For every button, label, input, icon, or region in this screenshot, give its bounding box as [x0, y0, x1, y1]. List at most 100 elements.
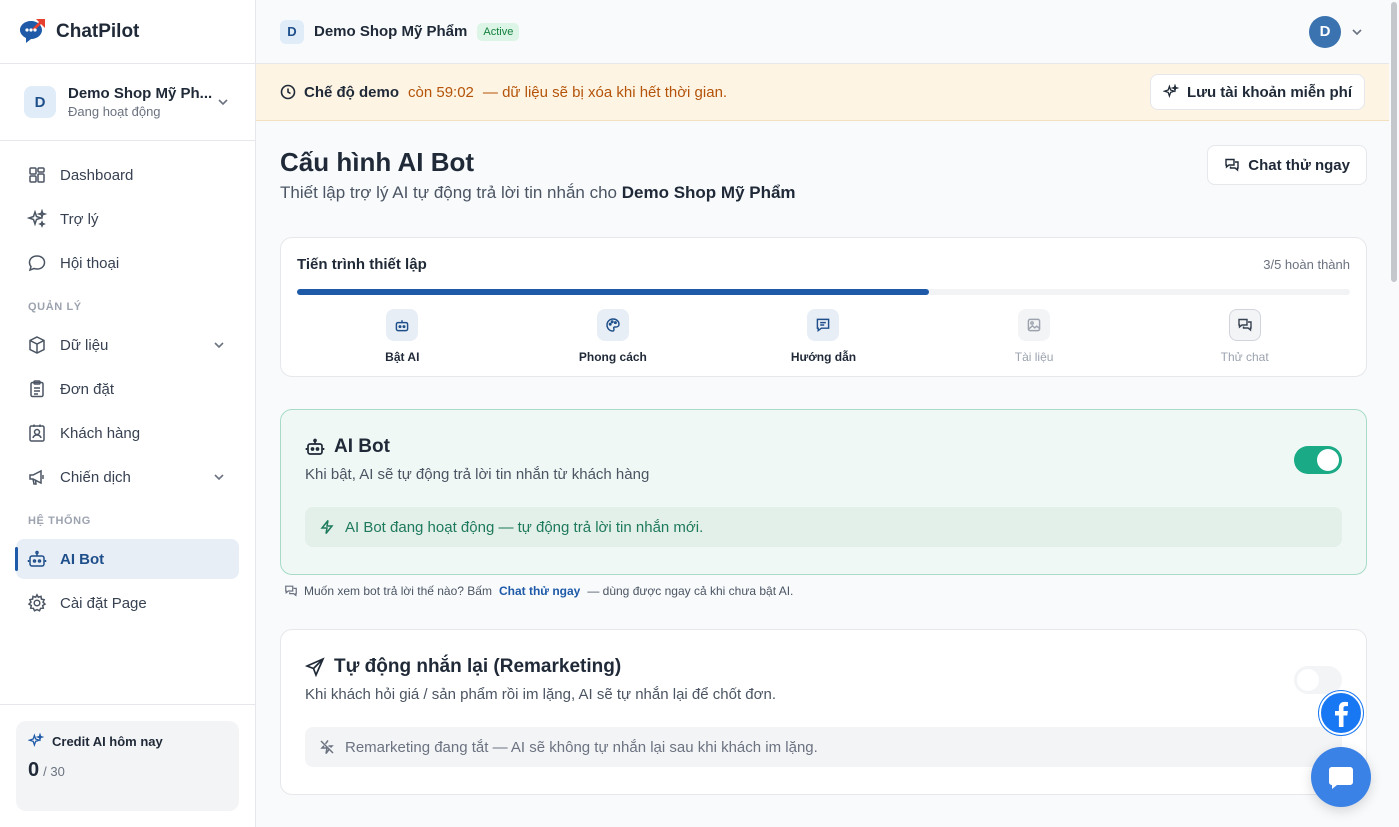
- remarketing-title: Tự động nhắn lại (Remarketing): [334, 656, 622, 677]
- main-nav: Dashboard Trợ lý Hội thoại QUẢN LÝ Dữ li…: [0, 141, 255, 623]
- message-lines-icon: [817, 318, 830, 333]
- hint-suffix: — dùng được ngay cả khi chưa bật AI.: [587, 584, 794, 598]
- step-label: Hướng dẫn: [790, 350, 857, 364]
- megaphone-icon: [29, 469, 44, 485]
- step-test-chat[interactable]: Thử chat: [1139, 309, 1350, 364]
- sidebar-item-label: Dashboard: [60, 166, 134, 184]
- progress-bar-fill: [297, 289, 929, 295]
- sidebar-item-customers[interactable]: Khách hàng: [16, 413, 239, 453]
- step-documents[interactable]: Tài liệu: [929, 309, 1140, 364]
- support-chat-button[interactable]: [1311, 747, 1371, 807]
- ai-bot-status: AI Bot đang hoạt động — tự động trả lời …: [305, 507, 1342, 547]
- demo-message: — dữ liệu sẽ bị xóa khi hết thời gian.: [482, 83, 728, 101]
- sidebar: ChatPilot D Demo Shop Mỹ Ph... Đang hoạt…: [0, 0, 256, 827]
- section-label-system: HỆ THỐNG: [28, 515, 91, 527]
- palette-icon: [606, 318, 620, 332]
- user-avatar[interactable]: D: [1309, 15, 1341, 48]
- sparkles-icon: [28, 733, 44, 748]
- section-label-manage: QUẢN LÝ: [28, 301, 82, 313]
- sidebar-item-dashboard[interactable]: Dashboard: [16, 155, 239, 195]
- remarketing-status-text: Remarketing đang tắt — AI sẽ không tự nh…: [345, 738, 818, 756]
- credit-used: 0: [28, 759, 40, 781]
- sidebar-item-label: Dữ liệu: [60, 336, 109, 354]
- sparkles-icon: [27, 209, 47, 228]
- sidebar-item-label: Trợ lý: [60, 210, 99, 228]
- sidebar-item-label: Cài đặt Page: [60, 594, 147, 612]
- page-scrollbar[interactable]: [1389, 0, 1399, 827]
- image-icon: [1027, 318, 1041, 332]
- rocket-logo-icon: [20, 18, 45, 43]
- lightning-icon: [320, 520, 334, 534]
- step-enable-ai[interactable]: Bật AI: [297, 309, 508, 364]
- shop-switcher[interactable]: D Demo Shop Mỹ Ph... Đang hoạt động: [0, 64, 255, 141]
- cube-icon: [29, 336, 45, 354]
- chats-icon: [1225, 158, 1239, 172]
- remarketing-status: Remarketing đang tắt — AI sẽ không tự nh…: [305, 727, 1342, 767]
- ai-bot-status-text: AI Bot đang hoạt động — tự động trả lời …: [345, 518, 704, 536]
- save-account-label: Lưu tài khoản miễn phí: [1186, 83, 1352, 101]
- remarketing-card: Tự động nhắn lại (Remarketing) Khi khách…: [280, 629, 1367, 795]
- brand[interactable]: ChatPilot: [0, 0, 255, 64]
- page-subtitle: Thiết lập trợ lý AI tự động trả lời tin …: [280, 183, 796, 203]
- step-label: Thử chat: [1220, 350, 1269, 364]
- sidebar-item-campaigns[interactable]: Chiến dịch: [16, 457, 239, 497]
- chat-test-label: Chat thử ngay: [1248, 156, 1350, 174]
- ai-bot-description: Khi bật, AI sẽ tự động trả lời tin nhắn …: [305, 466, 650, 483]
- page-title: Cấu hình AI Bot: [280, 147, 475, 177]
- chevron-down-icon: [218, 99, 228, 106]
- step-instructions[interactable]: Hướng dẫn: [718, 309, 929, 364]
- ai-bot-card: AI Bot Khi bật, AI sẽ tự động trả lời ti…: [280, 409, 1367, 575]
- sidebar-item-label: Khách hàng: [60, 424, 141, 442]
- chat-bubble-icon: [28, 255, 46, 272]
- chevron-down-icon: [214, 342, 224, 349]
- current-shop-name: Demo Shop Mỹ Phẩm: [314, 23, 468, 40]
- sidebar-item-ai-bot[interactable]: AI Bot: [15, 539, 239, 579]
- hint-prefix: Muốn xem bot trả lời thế nào? Bấm: [304, 584, 492, 598]
- grid-icon: [29, 167, 45, 183]
- sidebar-item-label: Đơn đặt: [60, 380, 115, 398]
- shop-avatar: D: [24, 86, 56, 118]
- lightning-off-icon: [320, 740, 334, 754]
- sidebar-item-label: AI Bot: [60, 550, 105, 568]
- toggle-knob: [1317, 449, 1339, 471]
- progress-title: Tiến trình thiết lập: [297, 256, 427, 273]
- progress-bar: [297, 289, 1350, 295]
- sidebar-item-data[interactable]: Dữ liệu: [16, 325, 239, 365]
- sparkles-icon: [1162, 84, 1179, 99]
- clock-icon: [280, 84, 296, 100]
- progress-count: 3/5 hoàn thành: [1263, 257, 1350, 272]
- setup-steps: Bật AI Phong cách Hướng dẫn Tài liệu Thử…: [297, 309, 1350, 364]
- credit-total: / 30: [43, 764, 65, 779]
- save-account-button[interactable]: Lưu tài khoản miễn phí: [1149, 74, 1365, 110]
- setup-progress-card: Tiến trình thiết lập 3/5 hoàn thành Bật …: [280, 237, 1367, 377]
- demo-countdown: còn 59:02: [408, 83, 474, 101]
- sidebar-item-conversations[interactable]: Hội thoại: [16, 243, 239, 283]
- step-style[interactable]: Phong cách: [508, 309, 719, 364]
- hint-chat-test-link[interactable]: Chat thử ngay: [499, 584, 580, 598]
- ai-bot-toggle[interactable]: [1294, 446, 1342, 474]
- page-subtitle-text: Thiết lập trợ lý AI tự động trả lời tin …: [280, 183, 618, 202]
- page-header: Cấu hình AI Bot Thiết lập trợ lý AI tự đ…: [280, 121, 1367, 237]
- chats-icon: [1237, 318, 1252, 332]
- sidebar-item-label: Chiến dịch: [60, 468, 131, 486]
- remarketing-description: Khi khách hỏi giá / sản phẩm rồi im lặng…: [305, 686, 776, 703]
- send-icon: [305, 657, 325, 677]
- chat-bubble-icon: [1329, 767, 1353, 789]
- chevron-down-icon: [214, 474, 224, 481]
- bot-icon: [27, 550, 47, 567]
- chevron-down-icon[interactable]: [1349, 24, 1365, 40]
- sidebar-item-orders[interactable]: Đơn đặt: [16, 369, 239, 409]
- toggle-knob: [1297, 669, 1319, 691]
- step-label: Phong cách: [578, 350, 647, 364]
- facebook-button[interactable]: [1318, 690, 1364, 736]
- page-subtitle-shop: Demo Shop Mỹ Phẩm: [621, 183, 796, 202]
- sidebar-item-assistant[interactable]: Trợ lý: [16, 199, 239, 239]
- chat-test-button[interactable]: Chat thử ngay: [1207, 145, 1367, 185]
- gear-icon: [27, 593, 47, 612]
- scrollbar-thumb[interactable]: [1391, 2, 1397, 282]
- sidebar-item-page-settings[interactable]: Cài đặt Page: [16, 583, 239, 623]
- credit-section: Credit AI hôm nay 0/ 30: [0, 704, 255, 827]
- bot-icon: [395, 320, 409, 332]
- user-menu[interactable]: D: [1309, 15, 1365, 48]
- chat-test-hint: Muốn xem bot trả lời thế nào? Bấm Chat t…: [284, 584, 1367, 598]
